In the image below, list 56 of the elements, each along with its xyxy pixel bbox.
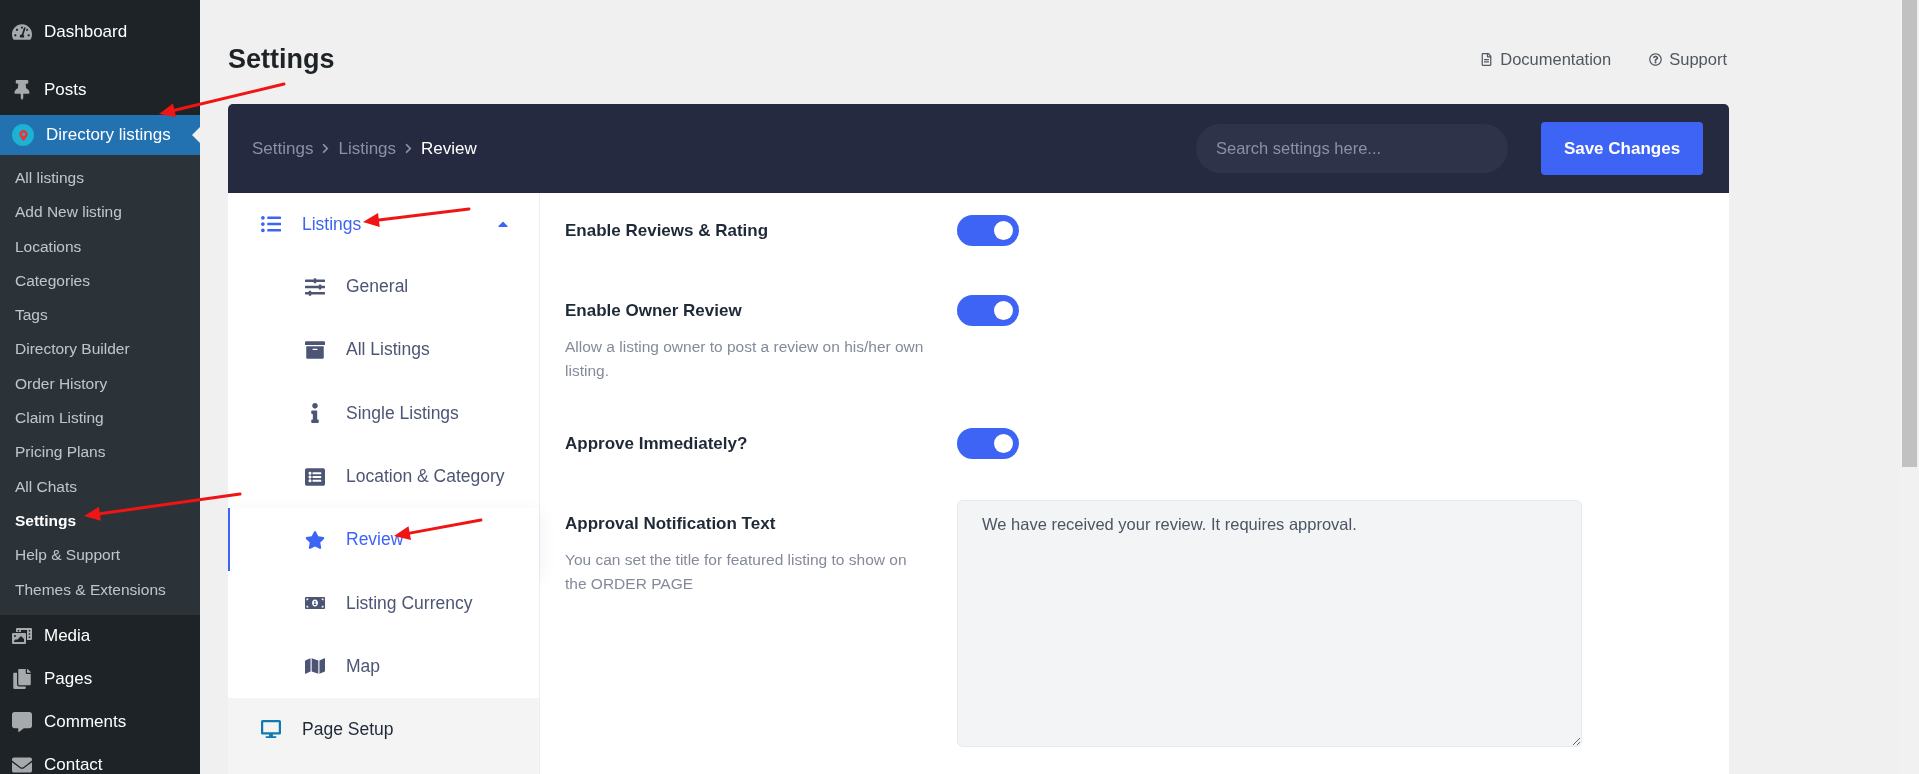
- admin-menu-item[interactable]: Media: [0, 614, 200, 658]
- admin-submenu-item[interactable]: All Chats: [0, 469, 200, 504]
- admin-submenu-item[interactable]: Pricing Plans: [0, 435, 200, 470]
- setting-label: Approval Notification Text: [565, 513, 777, 535]
- admin-submenu-item[interactable]: All listings: [0, 161, 200, 196]
- admin-submenu-item[interactable]: Claim Listing: [0, 401, 200, 436]
- admin-menu-item[interactable]: Posts: [0, 70, 200, 110]
- breadcrumb-item: Review: [421, 138, 477, 159]
- pin-icon: [12, 80, 32, 100]
- settings-nav-group[interactable]: Listings: [228, 193, 539, 255]
- admin-submenu-item[interactable]: Tags: [0, 298, 200, 333]
- admin-submenu-item[interactable]: Locations: [0, 229, 200, 264]
- admin-submenu-item[interactable]: Categories: [0, 263, 200, 299]
- sliders-icon: [302, 276, 328, 297]
- search-field[interactable]: Search settings here...: [1196, 124, 1508, 173]
- page-title: Settings: [228, 43, 335, 75]
- archive-icon: [302, 339, 328, 360]
- setting-description: Allow a listing owner to post a review on his/her own listing.: [565, 337, 925, 381]
- notification-text-field[interactable]: We have received your review. It requires approval.: [957, 500, 1582, 747]
- admin-submenu-item[interactable]: Settings: [0, 503, 200, 539]
- toggle-switch[interactable]: [957, 428, 1019, 459]
- media-icon: [12, 626, 32, 647]
- admin-menu-item[interactable]: Pages: [0, 657, 200, 701]
- admin-submenu-item[interactable]: Order History: [0, 366, 200, 402]
- admin-submenu-item[interactable]: Help & Support: [0, 538, 200, 573]
- toggle-switch[interactable]: [957, 295, 1019, 326]
- admin-menu-item[interactable]: Comments: [0, 700, 200, 744]
- pages-icon: [12, 669, 32, 690]
- admin-submenu-item[interactable]: Themes & Extensions: [0, 572, 200, 607]
- setting-label: Enable Reviews & Rating: [565, 220, 770, 242]
- monitor-icon: [258, 719, 284, 740]
- save-changes-button[interactable]: Save Changes: [1541, 122, 1703, 175]
- list-icon: [258, 214, 284, 234]
- admin-menu-item[interactable]: Directory listings: [0, 115, 200, 155]
- setting-label: Enable Owner Review: [565, 300, 743, 322]
- map-icon: [302, 656, 328, 677]
- breadcrumb-item[interactable]: Settings: [252, 138, 314, 159]
- admin-submenu-item[interactable]: Add New listing: [0, 195, 200, 230]
- envelope-icon: [12, 755, 32, 774]
- help-icon: [1649, 52, 1663, 66]
- toggle-switch[interactable]: [957, 215, 1019, 246]
- setting-label: Approve Immediately?: [565, 433, 749, 455]
- setting-description: You can set the title for featured listing to show on the ORDER PAGE: [565, 550, 908, 594]
- list-icon: [302, 466, 328, 487]
- breadcrumb-item[interactable]: Listings: [338, 138, 397, 159]
- dashboard-icon: [12, 22, 32, 42]
- document-icon: [1480, 52, 1494, 66]
- header-link[interactable]: Documentation: [1480, 49, 1612, 69]
- settings-nav-item[interactable]: Review: [228, 508, 539, 572]
- map-pin-icon: [12, 124, 34, 146]
- admin-menu-item[interactable]: Dashboard: [0, 12, 200, 52]
- settings-nav-group[interactable]: Page Setup: [228, 698, 539, 761]
- comment-icon: [12, 712, 32, 733]
- admin-submenu-item[interactable]: Directory Builder: [0, 332, 200, 367]
- admin-menu-item[interactable]: Contact: [0, 743, 200, 774]
- header-link[interactable]: Support: [1649, 49, 1727, 69]
